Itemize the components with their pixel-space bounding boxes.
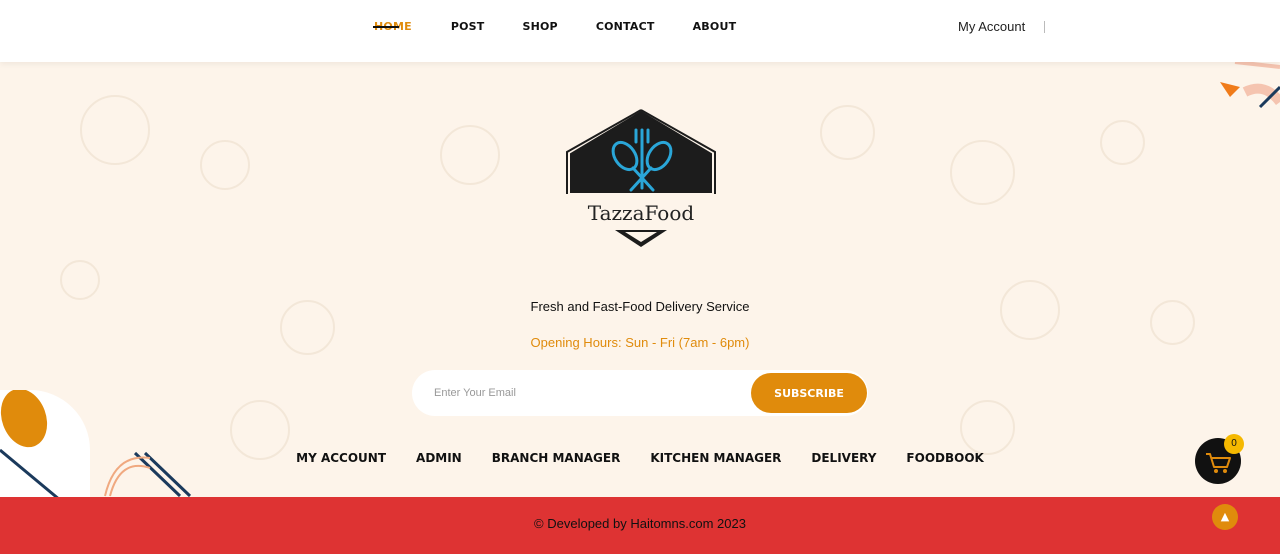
tagline: Fresh and Fast-Food Delivery Service bbox=[530, 299, 750, 314]
copyright-text: © Developed by Haitomns.com 2023 bbox=[534, 516, 746, 531]
nav-home[interactable]: HOME bbox=[373, 20, 412, 34]
subscribe-button[interactable]: SUBSCRIBE bbox=[751, 373, 867, 413]
cart-count-badge: 0 bbox=[1224, 434, 1244, 454]
back-to-top-button[interactable]: ▲ bbox=[1212, 504, 1238, 530]
opening-hours: Opening Hours: Sun - Fri (7am - 6pm) bbox=[530, 335, 750, 350]
main-nav: HOME POST SHOP CONTACT ABOUT bbox=[373, 20, 737, 34]
footer-link-foodbook[interactable]: FOODBOOK bbox=[906, 451, 983, 465]
footer-nav: MY ACCOUNT ADMIN BRANCH MANAGER KITCHEN … bbox=[0, 451, 1280, 465]
nav-contact[interactable]: CONTACT bbox=[596, 20, 655, 34]
email-input[interactable] bbox=[434, 370, 734, 416]
decorative-spoon bbox=[0, 388, 90, 502]
my-account-link[interactable]: My Account bbox=[958, 19, 1025, 34]
logo-wordmark: TazzaFood bbox=[588, 201, 695, 225]
footer-link-delivery[interactable]: DELIVERY bbox=[811, 451, 876, 465]
footer-link-kitchen-manager[interactable]: KITCHEN MANAGER bbox=[650, 451, 781, 465]
nav-shop[interactable]: SHOP bbox=[522, 20, 557, 34]
nav-post[interactable]: POST bbox=[451, 20, 485, 34]
account-separator bbox=[1044, 21, 1045, 33]
footer-link-my-account[interactable]: MY ACCOUNT bbox=[296, 451, 386, 465]
chevron-up-icon: ▲ bbox=[1220, 510, 1230, 523]
nav-about[interactable]: ABOUT bbox=[693, 20, 737, 34]
footer-link-branch-manager[interactable]: BRANCH MANAGER bbox=[492, 451, 621, 465]
footer-bar: © Developed by Haitomns.com 2023 bbox=[0, 497, 1280, 554]
top-header: HOME POST SHOP CONTACT ABOUT My Account bbox=[0, 0, 1280, 62]
decorative-corner bbox=[1220, 62, 1280, 109]
brand-logo[interactable]: TazzaFood bbox=[565, 108, 717, 253]
footer-link-admin[interactable]: ADMIN bbox=[416, 451, 462, 465]
